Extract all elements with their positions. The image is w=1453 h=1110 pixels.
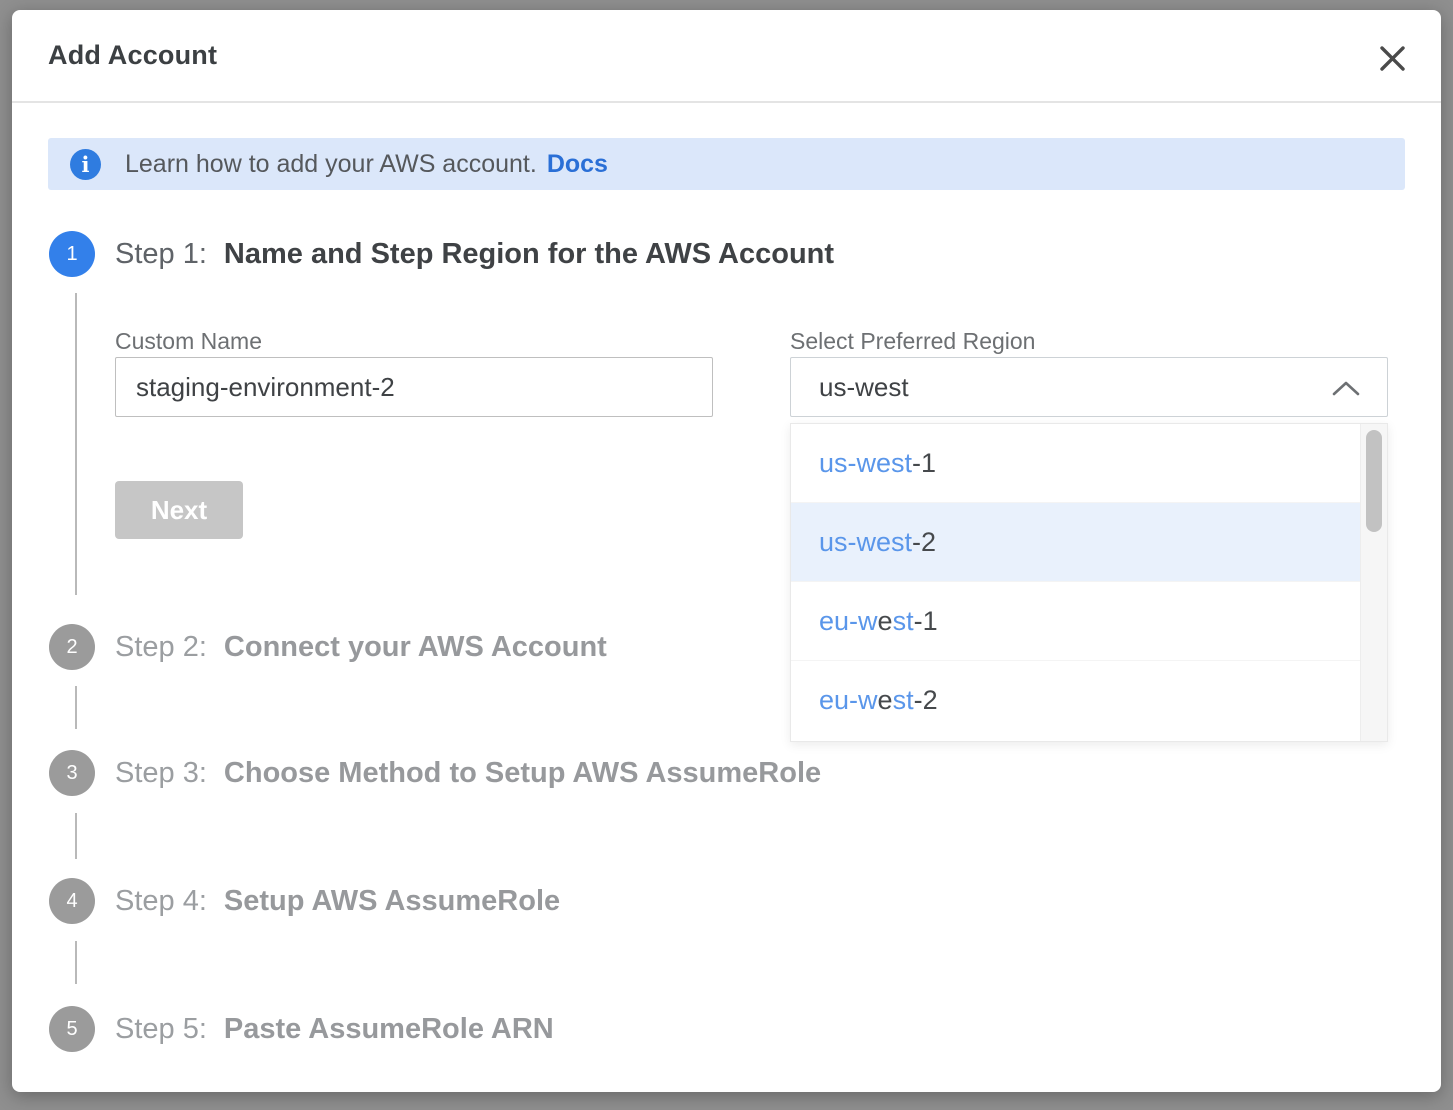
option-text: -1: [912, 448, 936, 479]
step-5-prefix: Step 5:: [115, 1013, 207, 1046]
option-match-text: us-west: [819, 527, 912, 558]
region-dropdown: us-west-1us-west-2eu-west-1eu-west-2: [790, 423, 1388, 742]
info-banner: i Learn how to add your AWS account. Doc…: [48, 138, 1405, 190]
option-match-text: st: [893, 606, 914, 637]
region-select-value: us-west: [819, 372, 909, 403]
step-5-circle: 5: [49, 1006, 95, 1052]
dropdown-scrollbar-thumb[interactable]: [1366, 430, 1382, 532]
step-connector: [75, 686, 77, 729]
dropdown-scrollbar-track[interactable]: [1360, 424, 1387, 741]
custom-name-input[interactable]: [115, 357, 713, 417]
region-option-us-west-2[interactable]: us-west-2: [791, 503, 1360, 582]
info-icon: i: [70, 149, 101, 180]
step-1-circle: 1: [49, 231, 95, 277]
add-account-modal: Add Account i Learn how to add your AWS …: [12, 10, 1441, 1092]
docs-link[interactable]: Docs: [547, 150, 608, 179]
close-icon: [1379, 45, 1406, 72]
step-connector: [75, 293, 77, 595]
step-5-title: Paste AssumeRole ARN: [224, 1013, 554, 1046]
step-connector: [75, 813, 77, 859]
step-3-title: Choose Method to Setup AWS AssumeRole: [224, 757, 821, 790]
step-3-prefix: Step 3:: [115, 757, 207, 790]
step-2-title: Connect your AWS Account: [224, 631, 607, 664]
option-text: e: [878, 685, 893, 716]
region-select[interactable]: us-west: [790, 357, 1388, 417]
step-2-circle: 2: [49, 624, 95, 670]
step-2-prefix: Step 2:: [115, 631, 207, 664]
option-text: -1: [914, 606, 938, 637]
step-1-prefix: Step 1:: [115, 238, 207, 271]
option-match-text: us-west: [819, 448, 912, 479]
step-3-circle: 3: [49, 750, 95, 796]
option-text: e: [878, 606, 893, 637]
region-option-eu-west-1[interactable]: eu-west-1: [791, 582, 1360, 661]
step-5-heading: Step 5: Paste AssumeRole ARN: [115, 1006, 554, 1052]
step-1-heading: Step 1: Name and Step Region for the AWS …: [115, 231, 834, 277]
option-match-text: st: [893, 685, 914, 716]
banner-text: Learn how to add your AWS account.: [125, 150, 537, 179]
option-match-text: eu-w: [819, 606, 878, 637]
option-text: -2: [914, 685, 938, 716]
region-option-us-west-1[interactable]: us-west-1: [791, 424, 1360, 503]
chevron-up-icon: [1331, 380, 1361, 397]
page-title: Add Account: [48, 40, 217, 71]
step-1-title: Name and Step Region for the AWS Account: [224, 238, 834, 271]
custom-name-label: Custom Name: [115, 328, 262, 355]
step-4-prefix: Step 4:: [115, 885, 207, 918]
step-4-circle: 4: [49, 878, 95, 924]
option-text: -2: [912, 527, 936, 558]
step-connector: [75, 941, 77, 984]
step-2-heading: Step 2: Connect your AWS Account: [115, 624, 607, 670]
next-button[interactable]: Next: [115, 481, 243, 539]
step-4-heading: Step 4: Setup AWS AssumeRole: [115, 878, 560, 924]
option-match-text: eu-w: [819, 685, 878, 716]
step-3-heading: Step 3: Choose Method to Setup AWS Assume…: [115, 750, 821, 796]
region-option-eu-west-2[interactable]: eu-west-2: [791, 661, 1360, 740]
region-label: Select Preferred Region: [790, 328, 1035, 355]
close-button[interactable]: [1370, 36, 1414, 80]
step-4-title: Setup AWS AssumeRole: [224, 885, 560, 918]
header-divider: [12, 101, 1441, 103]
